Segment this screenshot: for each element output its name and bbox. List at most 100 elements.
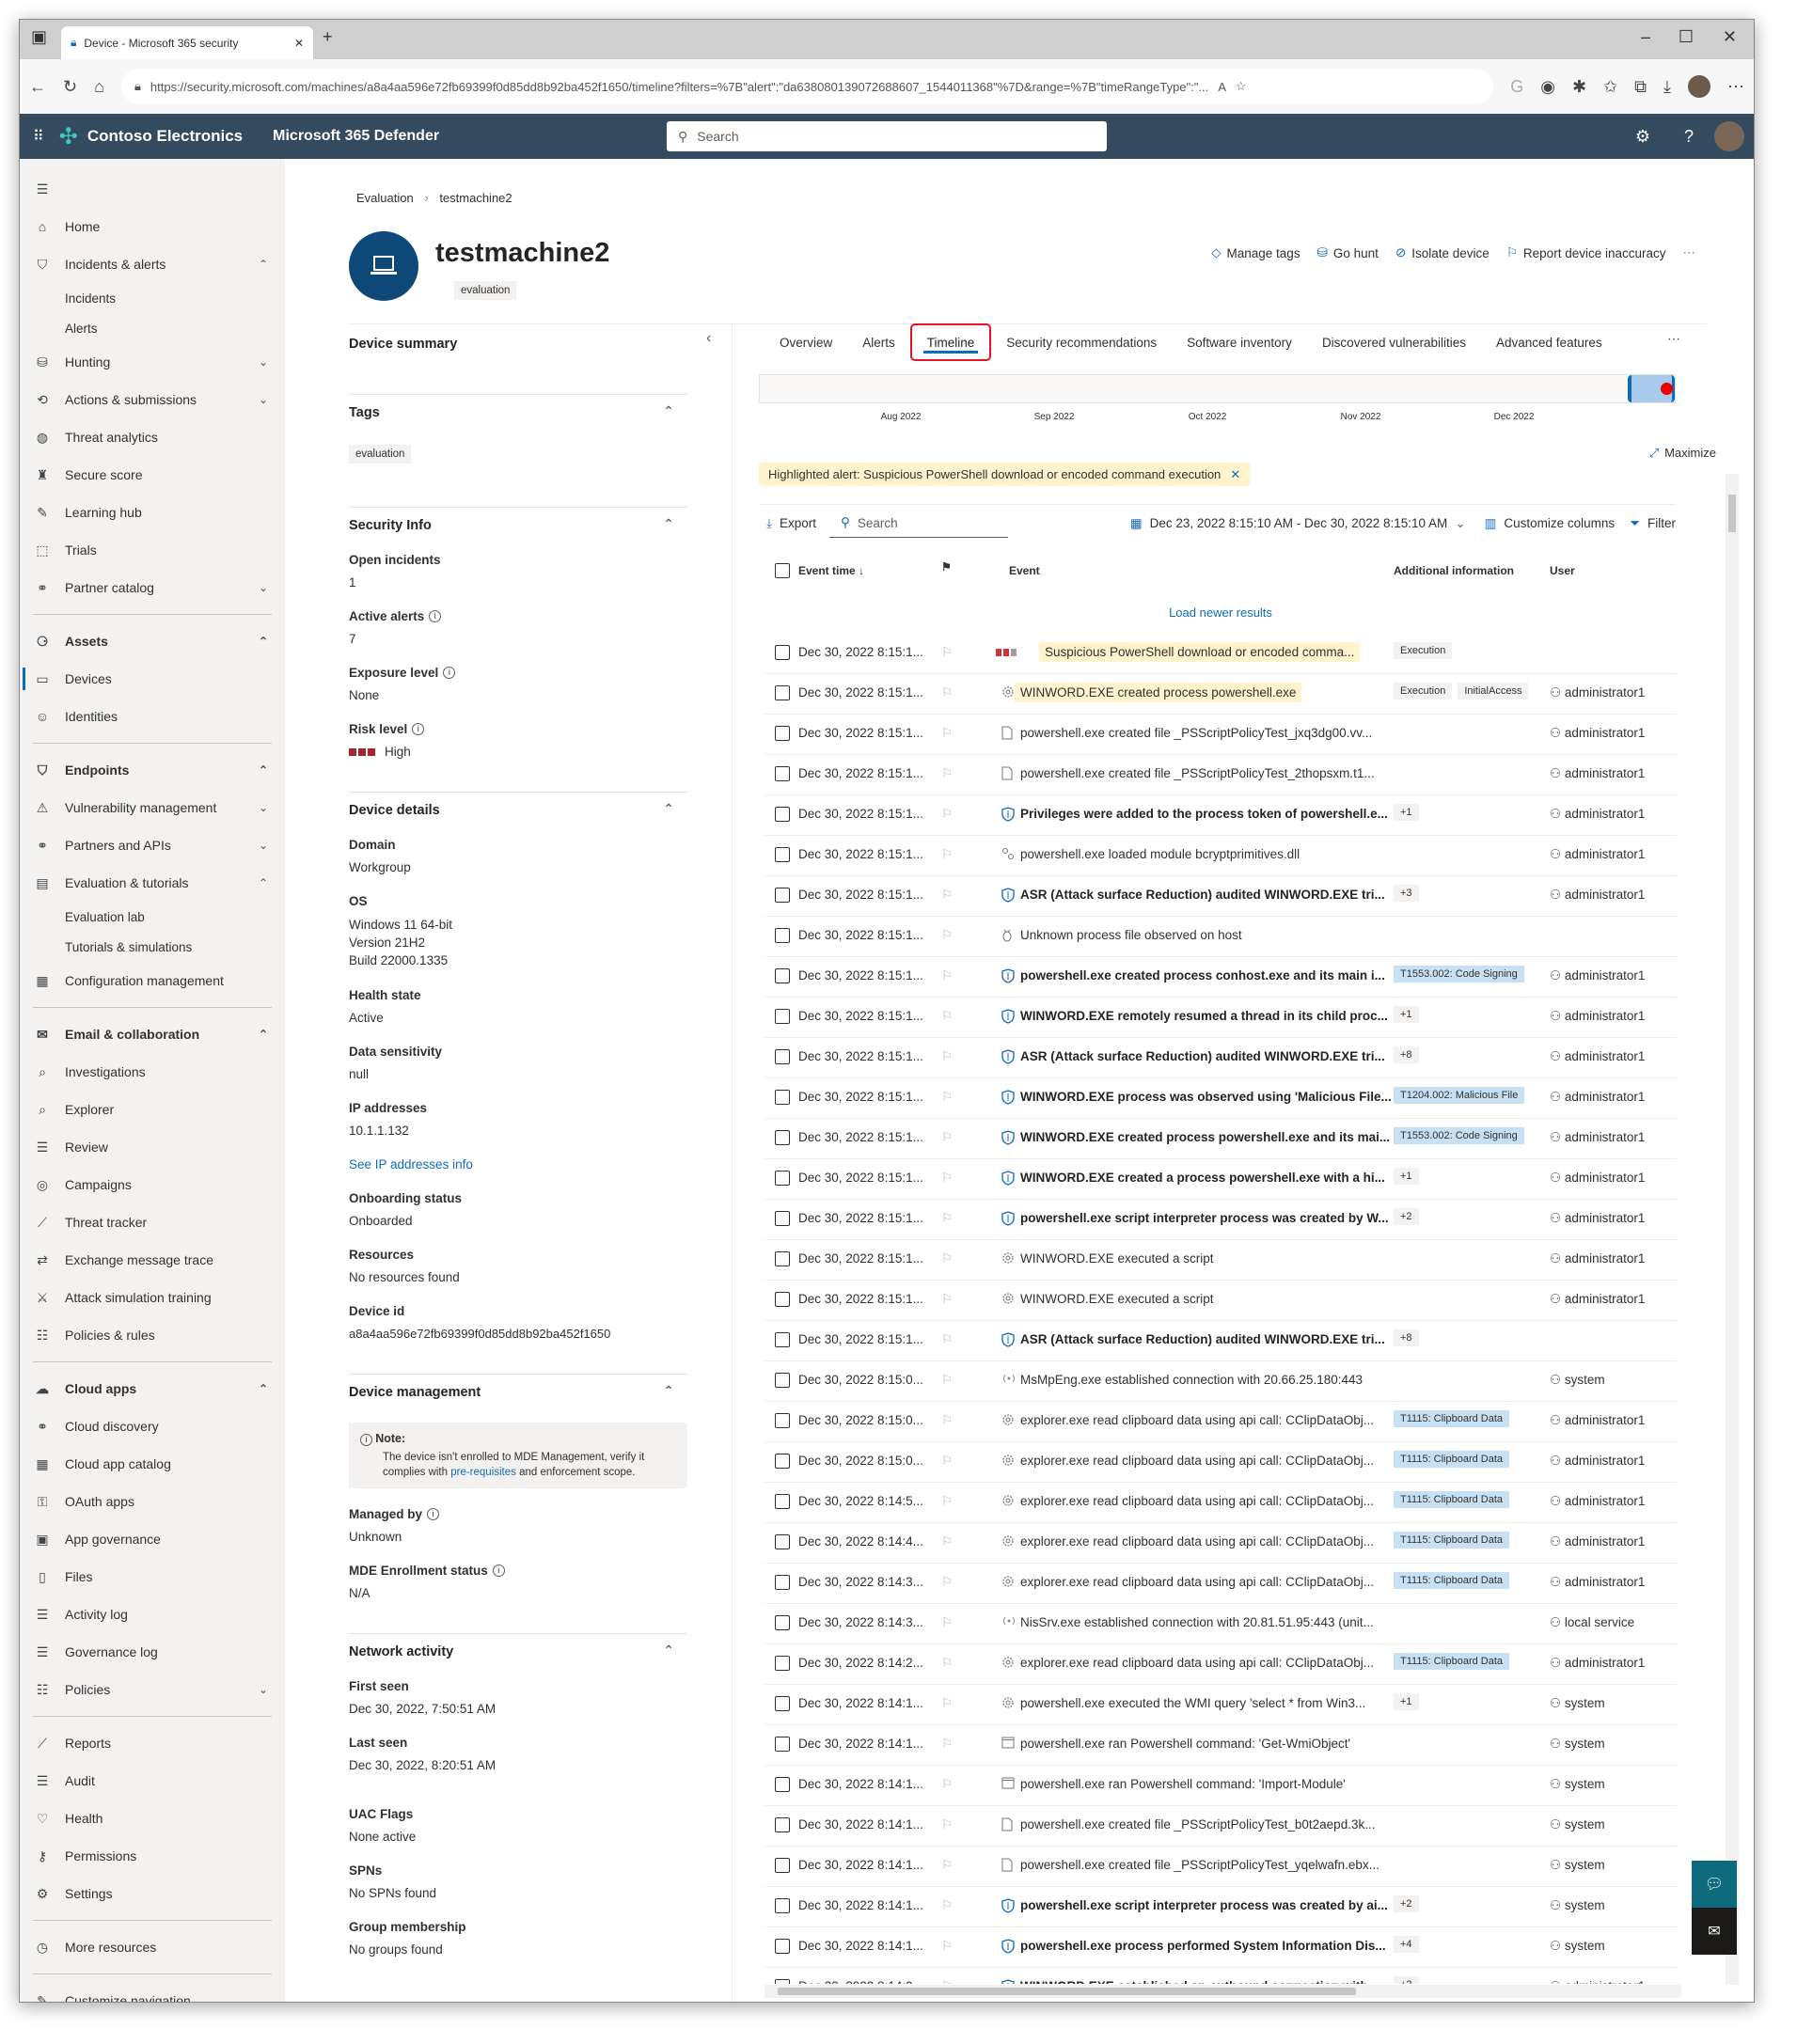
flag-icon[interactable]: ⚐ xyxy=(941,1817,953,1832)
sidebar-item-actions-submissions[interactable]: ⟲ Actions & submissions ⌄ xyxy=(20,381,285,418)
tab-discovered-vulnerabilities[interactable]: Discovered vulnerabilities xyxy=(1307,323,1481,361)
chevron-down-icon[interactable]: ⌄ xyxy=(259,581,268,594)
collapse-panel-icon[interactable]: ‹ xyxy=(706,330,711,347)
more-techniques-badge[interactable]: +1 xyxy=(1394,1693,1419,1710)
see-ip-addresses-link[interactable]: See IP addresses info xyxy=(349,1156,687,1172)
sidebar-item-policies[interactable]: ☷ Policies ⌄ xyxy=(20,1671,285,1708)
event-description[interactable]: ASR (Attack surface Reduction) audited W… xyxy=(1020,888,1385,902)
row-checkbox[interactable] xyxy=(775,1777,790,1792)
favorites-icon[interactable]: ✩ xyxy=(1603,77,1617,97)
row-checkbox[interactable] xyxy=(775,968,790,983)
timeline-search-input[interactable]: ⚲ Search xyxy=(829,510,1008,538)
go-hunt-button[interactable]: ⛁ Go hunt xyxy=(1317,245,1379,260)
row-checkbox[interactable] xyxy=(775,1615,790,1630)
extension-icon[interactable]: G xyxy=(1510,77,1523,97)
event-description[interactable]: powershell.exe created file _PSScriptPol… xyxy=(1020,1858,1379,1872)
back-icon[interactable]: ← xyxy=(29,77,46,97)
flag-icon[interactable]: ⚐ xyxy=(941,888,953,903)
user-cell[interactable]: ⚇ administrator1 xyxy=(1550,1534,1645,1549)
chevron-up-icon[interactable]: ⌃ xyxy=(663,403,674,419)
event-description[interactable]: Unknown process file observed on host xyxy=(1020,928,1242,942)
refresh-icon[interactable]: ↻ xyxy=(63,77,77,97)
tab-actions-icon[interactable]: ▣ xyxy=(31,27,47,47)
table-row[interactable]: Dec 30, 2022 8:15:1... ⚐ Privileges were a… xyxy=(765,795,1677,836)
flag-icon[interactable]: ⚐ xyxy=(941,1009,953,1024)
event-description[interactable]: ASR (Attack surface Reduction) audited W… xyxy=(1020,1049,1385,1063)
maximize-button[interactable]: ☐ xyxy=(1679,27,1694,47)
sidebar-item-health[interactable]: ♡ Health xyxy=(20,1800,285,1837)
flag-icon[interactable]: ⚐ xyxy=(941,1656,953,1671)
row-checkbox[interactable] xyxy=(775,1090,790,1105)
sidebar-item-activity-log[interactable]: ☰ Activity log xyxy=(20,1596,285,1633)
flag-icon[interactable]: ⚐ xyxy=(941,1413,953,1428)
row-checkbox[interactable] xyxy=(775,888,790,903)
sidebar-item-home[interactable]: ⌂ Home xyxy=(20,208,285,245)
sidebar-item-evaluation-tutorials[interactable]: ▤ Evaluation & tutorials ⌃ xyxy=(20,864,285,902)
more-actions-icon[interactable]: ⋯ xyxy=(1683,245,1696,260)
sidebar-item-partners-and-apis[interactable]: ⚭ Partners and APIs ⌄ xyxy=(20,826,285,864)
row-checkbox[interactable] xyxy=(775,1534,790,1549)
sidebar-item-partner-catalog[interactable]: ⚭ Partner catalog ⌄ xyxy=(20,569,285,606)
event-description[interactable]: Privileges were added to the process tok… xyxy=(1020,807,1388,821)
event-description[interactable]: powershell.exe script interpreter proces… xyxy=(1020,1898,1388,1912)
user-cell[interactable]: ⚇ administrator1 xyxy=(1550,1049,1645,1064)
table-row[interactable]: Dec 30, 2022 8:15:1... ⚐ ASR (Attack surfa… xyxy=(765,1321,1677,1361)
table-row[interactable]: Dec 30, 2022 8:15:1... ⚐ powershell.exe lo… xyxy=(765,836,1677,876)
app-launcher-icon[interactable]: ⠿ xyxy=(33,127,44,146)
row-checkbox[interactable] xyxy=(775,1211,790,1226)
sidebar-item-learning-hub[interactable]: ✎ Learning hub xyxy=(20,494,285,531)
table-row[interactable]: Dec 30, 2022 8:15:1... ⚐ WINWORD.EXE proce… xyxy=(765,1078,1677,1119)
row-checkbox[interactable] xyxy=(775,847,790,862)
user-cell[interactable]: ⚇ administrator1 xyxy=(1550,1009,1645,1024)
flag-icon[interactable]: ⚐ xyxy=(941,1251,953,1266)
table-row[interactable]: Dec 30, 2022 8:15:1... ⚐ Unknown process f… xyxy=(765,917,1677,957)
more-techniques-badge[interactable]: +2 xyxy=(1394,1208,1419,1225)
row-checkbox[interactable] xyxy=(775,1858,790,1873)
event-time-column-header[interactable]: Event time ↓ xyxy=(798,564,864,577)
table-row[interactable]: Dec 30, 2022 8:15:1... ⚐ Suspicious PowerS… xyxy=(765,634,1677,674)
more-techniques-badge[interactable]: +8 xyxy=(1394,1046,1419,1063)
tab-overview[interactable]: Overview xyxy=(765,323,847,361)
user-cell[interactable]: ⚇ administrator1 xyxy=(1550,1979,1645,1984)
user-cell[interactable]: ⚇ administrator1 xyxy=(1550,1171,1645,1186)
chevron-down-icon[interactable]: ⌄ xyxy=(259,801,268,814)
additional-info-column-header[interactable]: Additional information xyxy=(1394,564,1514,577)
table-row[interactable]: Dec 30, 2022 8:15:1... ⚐ WINWORD.EXE creat… xyxy=(765,1159,1677,1200)
sidebar-item-endpoints[interactable]: ⛉ Endpoints ⌃ xyxy=(20,751,285,789)
user-cell[interactable]: ⚇ system xyxy=(1550,1696,1605,1711)
table-row[interactable]: Dec 30, 2022 8:14:1... ⚐ powershell.exe pr… xyxy=(765,1927,1677,1968)
user-cell[interactable]: ⚇ system xyxy=(1550,1737,1605,1752)
tab-security-recommendations[interactable]: Security recommendations xyxy=(991,323,1172,361)
row-checkbox[interactable] xyxy=(775,1494,790,1509)
user-cell[interactable]: ⚇ administrator1 xyxy=(1550,807,1645,822)
info-icon[interactable]: i xyxy=(443,667,456,679)
chevron-up-icon[interactable]: ⌃ xyxy=(663,801,674,817)
sidebar-item-campaigns[interactable]: ◎ Campaigns xyxy=(20,1166,285,1203)
user-cell[interactable]: ⚇ administrator1 xyxy=(1550,1575,1645,1590)
mitre-technique-badge[interactable]: T1115: Clipboard Data xyxy=(1394,1532,1510,1549)
event-description[interactable]: MsMpEng.exe established connection with … xyxy=(1020,1373,1363,1387)
flag-icon[interactable]: ⚐ xyxy=(941,1373,953,1388)
flag-icon[interactable]: ⚐ xyxy=(941,685,953,700)
event-description[interactable]: WINWORD.EXE executed a script xyxy=(1020,1251,1214,1266)
sidebar-item-trials[interactable]: ⬚ Trials xyxy=(20,531,285,569)
user-cell[interactable]: ⚇ administrator1 xyxy=(1550,1251,1645,1266)
row-checkbox[interactable] xyxy=(775,1696,790,1711)
table-row[interactable]: Dec 30, 2022 8:15:1... ⚐ WINWORD.EXE execu… xyxy=(765,1240,1677,1281)
tactic-badge[interactable]: Execution xyxy=(1394,642,1453,659)
isolate-device-button[interactable]: ⊘ Isolate device xyxy=(1395,245,1490,260)
mitre-technique-badge[interactable]: T1115: Clipboard Data xyxy=(1394,1491,1510,1508)
more-techniques-badge[interactable]: +1 xyxy=(1394,1006,1419,1023)
user-cell[interactable]: ⚇ administrator1 xyxy=(1550,685,1645,700)
sidebar-item-audit[interactable]: ☰ Audit xyxy=(20,1762,285,1800)
user-cell[interactable]: ⚇ local service xyxy=(1550,1615,1634,1630)
table-row[interactable]: Dec 30, 2022 8:14:1... ⚐ powershell.exe sc… xyxy=(765,1887,1677,1927)
row-checkbox[interactable] xyxy=(775,1049,790,1064)
user-cell[interactable]: ⚇ administrator1 xyxy=(1550,1494,1645,1509)
sidebar-item-threat-analytics[interactable]: ◍ Threat analytics xyxy=(20,418,285,456)
chevron-up-icon[interactable]: ⌃ xyxy=(663,1383,674,1399)
flag-icon[interactable]: ⚐ xyxy=(941,1171,953,1186)
favorite-icon[interactable]: ☆ xyxy=(1236,79,1247,94)
table-row[interactable]: Dec 30, 2022 8:15:1... ⚐ WINWORD.EXE creat… xyxy=(765,1119,1677,1159)
table-row[interactable]: Dec 30, 2022 8:15:1... ⚐ powershell.exe sc… xyxy=(765,1200,1677,1240)
